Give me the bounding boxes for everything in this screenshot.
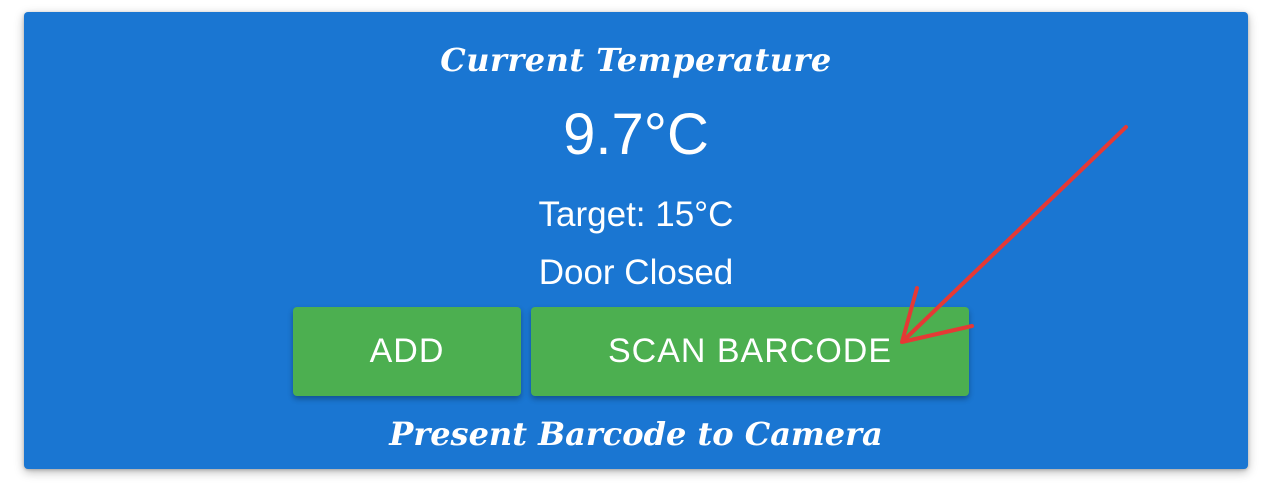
- panel-title: Current Temperature: [440, 41, 832, 79]
- barcode-instruction: Present Barcode to Camera: [389, 415, 883, 453]
- current-temperature-value: 9.7°C: [563, 102, 709, 167]
- scan-barcode-button-label: SCAN BARCODE: [607, 332, 893, 370]
- add-button-label: ADD: [369, 332, 445, 370]
- door-status: Door Closed: [538, 253, 734, 292]
- scan-barcode-button[interactable]: SCAN BARCODE: [531, 307, 969, 396]
- target-temperature: Target: 15°C: [538, 195, 734, 234]
- add-button[interactable]: ADD: [293, 307, 521, 396]
- temperature-panel: Current Temperature 9.7°C Target: 15°C D…: [24, 12, 1248, 469]
